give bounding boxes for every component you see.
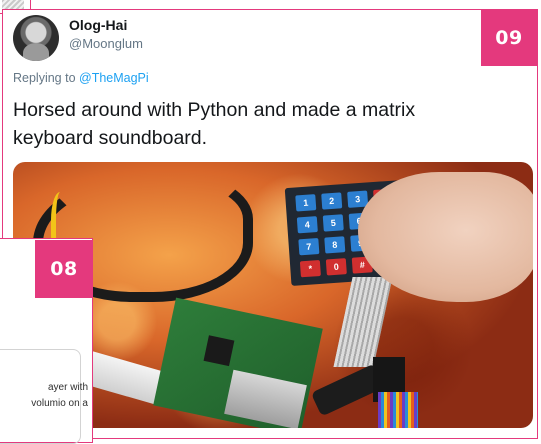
- keypad-key: 2: [321, 192, 343, 210]
- replying-to-link[interactable]: @TheMagPi: [79, 71, 149, 85]
- keypad-key: *: [299, 259, 321, 278]
- keypad-key: 1: [295, 194, 317, 212]
- keypad-key: 8: [324, 236, 346, 254]
- tweet-08-embedded-box: [0, 349, 81, 444]
- keypad-key: 4: [296, 216, 318, 234]
- pi-chip: [203, 335, 235, 367]
- replying-to-label: Replying to: [13, 71, 80, 85]
- badge-09: 09: [481, 10, 537, 66]
- badge-08: 08: [35, 240, 93, 298]
- jumper-wires: [378, 392, 418, 428]
- keypad-key: 5: [322, 214, 344, 232]
- tweet-08-snippet-line-2: volumio on a: [31, 398, 88, 409]
- user-handle[interactable]: @Moonglum: [69, 36, 143, 51]
- tweet-08-snippet-line-1: ayer with: [47, 382, 88, 393]
- display-name[interactable]: Olog-Hai: [69, 17, 127, 33]
- keypad-key: 0: [325, 258, 347, 276]
- avatar[interactable]: [13, 15, 59, 61]
- tweet-text: Horsed around with Python and made a mat…: [13, 99, 416, 149]
- keypad-key: 7: [298, 238, 320, 256]
- replying-to-line: Replying to @TheMagPi: [13, 71, 149, 85]
